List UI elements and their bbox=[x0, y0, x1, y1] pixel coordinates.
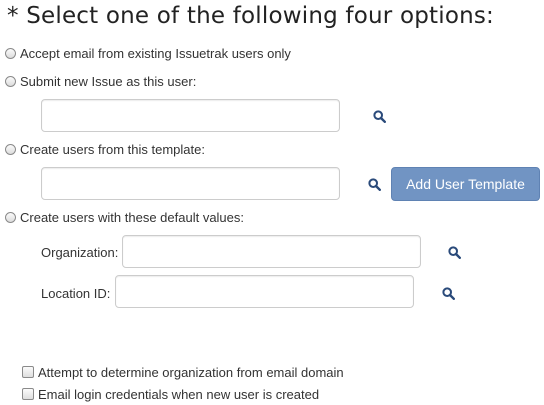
radio-template[interactable] bbox=[5, 143, 16, 155]
submit-user-search-button[interactable] bbox=[370, 107, 388, 125]
search-icon bbox=[441, 286, 455, 300]
radio-existing-users[interactable] bbox=[5, 47, 16, 59]
location-id-label: Location ID: bbox=[41, 286, 111, 301]
determine-org-label: Attempt to determine organization from e… bbox=[38, 364, 344, 380]
option-default-values[interactable]: Create users with these default values: bbox=[5, 209, 244, 225]
template-search-button[interactable] bbox=[365, 175, 383, 193]
option-template-label: Create users from this template: bbox=[20, 141, 205, 157]
submit-user-input[interactable] bbox=[41, 99, 340, 132]
email-credentials-checkbox[interactable] bbox=[22, 388, 34, 400]
section-heading: * Select one of the following four optio… bbox=[7, 3, 495, 29]
location-id-input[interactable] bbox=[115, 275, 414, 308]
location-id-search-button[interactable] bbox=[439, 284, 457, 302]
add-user-template-button[interactable]: Add User Template bbox=[391, 167, 540, 201]
email-login-credentials[interactable]: Email login credentials when new user is… bbox=[22, 386, 319, 402]
radio-submit-as-user[interactable] bbox=[5, 75, 16, 87]
option-existing-users[interactable]: Accept email from existing Issuetrak use… bbox=[5, 45, 291, 61]
radio-default-values[interactable] bbox=[5, 211, 16, 223]
option-submit-as-user-label: Submit new Issue as this user: bbox=[20, 73, 197, 89]
email-credentials-label: Email login credentials when new user is… bbox=[38, 386, 320, 402]
organization-search-button[interactable] bbox=[445, 243, 463, 261]
search-icon bbox=[372, 109, 386, 123]
determine-org-from-domain[interactable]: Attempt to determine organization from e… bbox=[22, 364, 344, 380]
option-submit-as-user[interactable]: Submit new Issue as this user: bbox=[5, 73, 196, 89]
option-template[interactable]: Create users from this template: bbox=[5, 141, 205, 157]
option-default-values-label: Create users with these default values: bbox=[20, 209, 245, 225]
organization-input[interactable] bbox=[122, 235, 421, 268]
option-existing-users-label: Accept email from existing Issuetrak use… bbox=[20, 45, 291, 61]
template-input[interactable] bbox=[41, 167, 340, 200]
search-icon bbox=[447, 245, 461, 259]
organization-label: Organization: bbox=[41, 245, 119, 260]
search-icon bbox=[367, 177, 381, 191]
determine-org-checkbox[interactable] bbox=[22, 366, 34, 378]
